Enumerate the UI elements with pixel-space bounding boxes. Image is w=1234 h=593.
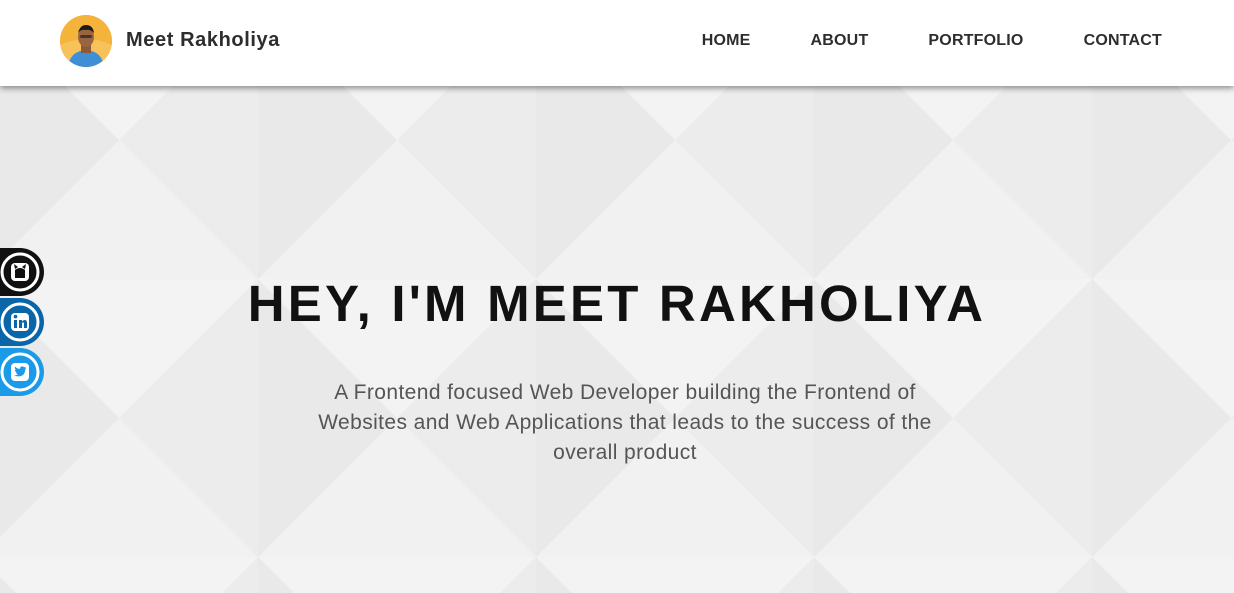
brand-name: Meet Rakholiya	[126, 28, 281, 51]
site-header: Meet Rakholiya HOME ABOUT PORTFOLIO CONT…	[0, 0, 1234, 86]
linkedin-link[interactable]	[0, 298, 44, 346]
nav-portfolio-link[interactable]: PORTFOLIO	[928, 32, 1023, 50]
hero-subtitle: A Frontend focused Web Developer buildin…	[318, 381, 932, 464]
linkedin-icon	[0, 298, 44, 346]
nav-contact-link[interactable]: CONTACT	[1084, 32, 1162, 50]
nav-about-link[interactable]: ABOUT	[811, 32, 869, 50]
github-link[interactable]	[0, 248, 44, 296]
github-icon	[0, 248, 44, 296]
avatar-image	[60, 15, 112, 67]
social-sidebar	[0, 248, 44, 398]
twitter-icon	[0, 348, 44, 396]
main-nav: HOME ABOUT PORTFOLIO CONTACT	[642, 32, 1162, 50]
hero-background-pattern	[0, 86, 1234, 593]
hero-section: HEY, I'M MEET RAKHOLIYA A Frontend focus…	[0, 86, 1234, 593]
nav-home-link[interactable]: HOME	[702, 32, 751, 50]
hero-title: HEY, I'M MEET RAKHOLIYA	[247, 275, 987, 332]
avatar	[60, 15, 112, 67]
brand-link[interactable]: Meet Rakholiya	[60, 14, 280, 68]
twitter-link[interactable]	[0, 348, 44, 396]
